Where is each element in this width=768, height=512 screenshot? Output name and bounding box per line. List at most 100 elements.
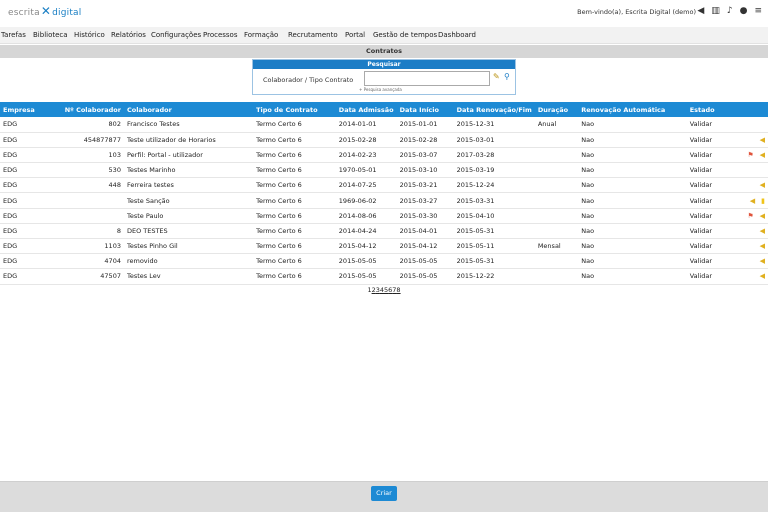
table-row[interactable]: EDG 802 Francisco Testes Termo Certo 6 2014-… xyxy=(0,117,768,133)
menu-item-relatorios[interactable]: Relatórios xyxy=(111,31,146,39)
cell-estado[interactable]: Validar xyxy=(686,177,721,194)
table-row[interactable]: EDG 103 Perfil: Portal - utilizador Termo C… xyxy=(0,147,768,164)
cell-data-inicio: 2015-03-07 xyxy=(396,147,454,164)
bell-icon[interactable]: ◀ xyxy=(760,242,765,250)
cell-colaborador: Testes Marinho xyxy=(123,162,254,179)
menu-item-processos[interactable]: Processos xyxy=(203,31,237,39)
menu-item-tarefas[interactable]: Tarefas xyxy=(1,31,26,39)
bell-icon[interactable]: ♪ xyxy=(727,6,733,16)
document-icon[interactable]: ▮ xyxy=(761,197,765,205)
cell-empresa: EDG xyxy=(0,117,59,133)
col-data-inicio[interactable]: Data Início xyxy=(396,102,454,117)
cell-estado[interactable]: Validar xyxy=(686,238,721,255)
cell-estado[interactable]: Validar xyxy=(686,117,721,133)
page-link[interactable]: 8 xyxy=(396,286,400,294)
cell-data-renovacao: 2015-04-10 xyxy=(453,208,535,224)
table-row[interactable]: EDG Teste Paulo Termo Certo 6 2014-08-06 201… xyxy=(0,208,768,224)
menu-item-dashboard[interactable]: Dashboard xyxy=(438,31,476,39)
row-actions: ⚑ ◀ xyxy=(720,147,768,164)
menu-item-recrutamento[interactable]: Recrutamento xyxy=(288,31,338,39)
cell-data-admissao: 2014-02-23 xyxy=(335,147,397,164)
cell-data-inicio: 2015-03-21 xyxy=(396,177,454,194)
col-empresa[interactable]: Empresa xyxy=(0,102,59,117)
cell-tipo-contrato: Termo Certo 6 xyxy=(253,117,336,133)
cell-num-colaborador: 47507 xyxy=(58,268,124,285)
arrow-left-icon[interactable]: ◀ xyxy=(697,6,704,16)
col-renovacao-auto[interactable]: Renovação Automática xyxy=(578,102,687,117)
pagination: 12345678 xyxy=(0,286,768,294)
search-icon[interactable]: ⚲ xyxy=(504,72,510,81)
cell-data-inicio: 2015-03-10 xyxy=(396,162,454,179)
menu-item-biblioteca[interactable]: Biblioteca xyxy=(33,31,68,39)
table-row[interactable]: EDG 47507 Testes Lev Termo Certo 6 2015-05-0… xyxy=(0,268,768,285)
row-actions: ◀ ▮ xyxy=(720,192,768,209)
main-menu: Tarefas Biblioteca Histórico Relatórios … xyxy=(0,27,768,44)
table-row[interactable]: EDG 454877877 Teste utilizador de Horarios… xyxy=(0,132,768,148)
cell-estado[interactable]: Validar xyxy=(686,147,721,164)
brand-logo[interactable]: escrita✕digital xyxy=(8,4,81,18)
table-row[interactable]: EDG 4704 removido Termo Certo 6 2015-05-05 20… xyxy=(0,253,768,270)
cell-tipo-contrato: Termo Certo 6 xyxy=(253,162,336,179)
cell-renovacao-auto: Nao xyxy=(578,208,687,224)
cell-renovacao-auto: Nao xyxy=(578,238,687,255)
cell-colaborador: Teste Paulo xyxy=(123,208,254,224)
cell-colaborador: Perfil: Portal - utilizador xyxy=(123,147,254,164)
bell-icon[interactable]: ◀ xyxy=(760,257,765,265)
bell-icon[interactable]: ◀ xyxy=(760,136,765,144)
cell-data-renovacao: 2017-03-28 xyxy=(453,147,535,164)
col-data-renovacao[interactable]: Data Renovação/Fim xyxy=(453,102,535,117)
search-input[interactable] xyxy=(364,71,490,86)
menu-item-configuracoes[interactable]: Configurações xyxy=(151,31,201,39)
col-estado[interactable]: Estado xyxy=(686,102,721,117)
cell-data-admissao: 2014-07-25 xyxy=(335,177,397,194)
cell-estado[interactable]: Validar xyxy=(686,162,721,179)
create-button[interactable]: Criar xyxy=(371,486,397,501)
cell-renovacao-auto: Nao xyxy=(578,177,687,194)
table-row[interactable]: EDG 530 Testes Marinho Termo Certo 6 1970-05… xyxy=(0,162,768,179)
cell-estado[interactable]: Validar xyxy=(686,223,721,240)
cell-data-admissao: 2015-05-05 xyxy=(335,268,397,285)
cell-estado[interactable]: Validar xyxy=(686,192,721,209)
advanced-search-link[interactable]: + Pesquisa avançada xyxy=(359,87,402,92)
cell-estado[interactable]: Validar xyxy=(686,132,721,148)
cell-estado[interactable]: Validar xyxy=(686,208,721,224)
menu-item-formacao[interactable]: Formação xyxy=(244,31,278,39)
cell-data-renovacao: 2015-05-11 xyxy=(453,238,535,255)
cell-duracao xyxy=(534,132,579,148)
flag-icon[interactable]: ⚑ xyxy=(747,212,753,220)
cell-renovacao-auto: Nao xyxy=(578,117,687,133)
bell-icon[interactable]: ◀ xyxy=(750,197,755,205)
bell-icon[interactable]: ◀ xyxy=(760,151,765,159)
flag-icon[interactable]: ⚑ xyxy=(747,151,753,159)
menu-icon[interactable]: ≡ xyxy=(754,6,762,16)
pencil-icon[interactable]: ✎ xyxy=(493,72,500,81)
table-row[interactable]: EDG 448 Ferreira testes Termo Certo 6 2014-0… xyxy=(0,177,768,194)
cell-data-renovacao: 2015-03-31 xyxy=(453,192,535,209)
cell-data-admissao: 2014-01-01 xyxy=(335,117,397,133)
cell-data-inicio: 2015-05-05 xyxy=(396,268,454,285)
cell-num-colaborador: 1103 xyxy=(58,238,124,255)
row-actions: ◀ xyxy=(720,238,768,255)
table-row[interactable]: EDG 8 DEO TESTES Termo Certo 6 2014-04-24 201… xyxy=(0,223,768,240)
cell-estado[interactable]: Validar xyxy=(686,268,721,285)
bell-icon[interactable]: ◀ xyxy=(760,181,765,189)
user-icon[interactable]: ● xyxy=(740,6,748,16)
menu-item-gestao-tempos[interactable]: Gestão de tempos xyxy=(373,31,437,39)
col-colaborador[interactable]: Colaborador xyxy=(123,102,254,117)
cell-estado[interactable]: Validar xyxy=(686,253,721,270)
menu-item-historico[interactable]: Histórico xyxy=(74,31,105,39)
cell-renovacao-auto: Nao xyxy=(578,223,687,240)
table-row[interactable]: EDG 1103 Testes Pinho Gil Termo Certo 6 2015… xyxy=(0,238,768,255)
bell-icon[interactable]: ◀ xyxy=(760,212,765,220)
col-num-colaborador[interactable]: Nº Colaborador xyxy=(58,102,124,117)
col-duracao[interactable]: Duração xyxy=(534,102,579,117)
bell-icon[interactable]: ◀ xyxy=(760,272,765,280)
building-icon[interactable]: ▥ xyxy=(711,6,720,16)
cell-num-colaborador xyxy=(58,208,124,224)
bell-icon[interactable]: ◀ xyxy=(760,227,765,235)
col-data-admissao[interactable]: Data Admissão xyxy=(335,102,397,117)
cell-empresa: EDG xyxy=(0,147,59,164)
col-tipo-contrato[interactable]: Tipo de Contrato xyxy=(253,102,336,117)
table-row[interactable]: EDG Teste Sanção Termo Certo 6 1969-06-02 20… xyxy=(0,192,768,209)
menu-item-portal[interactable]: Portal xyxy=(345,31,365,39)
